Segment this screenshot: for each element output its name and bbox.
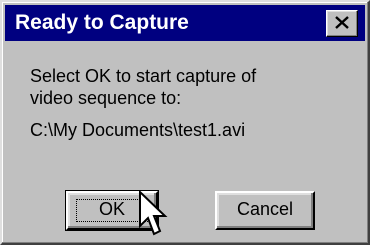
file-path: C:\My Documents\test1.avi: [30, 120, 246, 140]
close-button[interactable]: [326, 10, 358, 37]
message-line-1: Select OK to start capture of: [30, 66, 257, 86]
cancel-button[interactable]: Cancel: [215, 191, 315, 230]
ready-to-capture-dialog: Ready to Capture Select OK to start capt…: [0, 0, 370, 245]
close-icon: [335, 16, 349, 29]
ok-button-label: OK: [98, 199, 125, 219]
cancel-button-label: Cancel: [236, 199, 294, 219]
title-bar: Ready to Capture: [5, 5, 365, 41]
mouse-pointer-icon: [139, 190, 168, 236]
dialog-title: Ready to Capture: [15, 11, 189, 34]
message-line-2: video sequence to:: [30, 88, 182, 108]
